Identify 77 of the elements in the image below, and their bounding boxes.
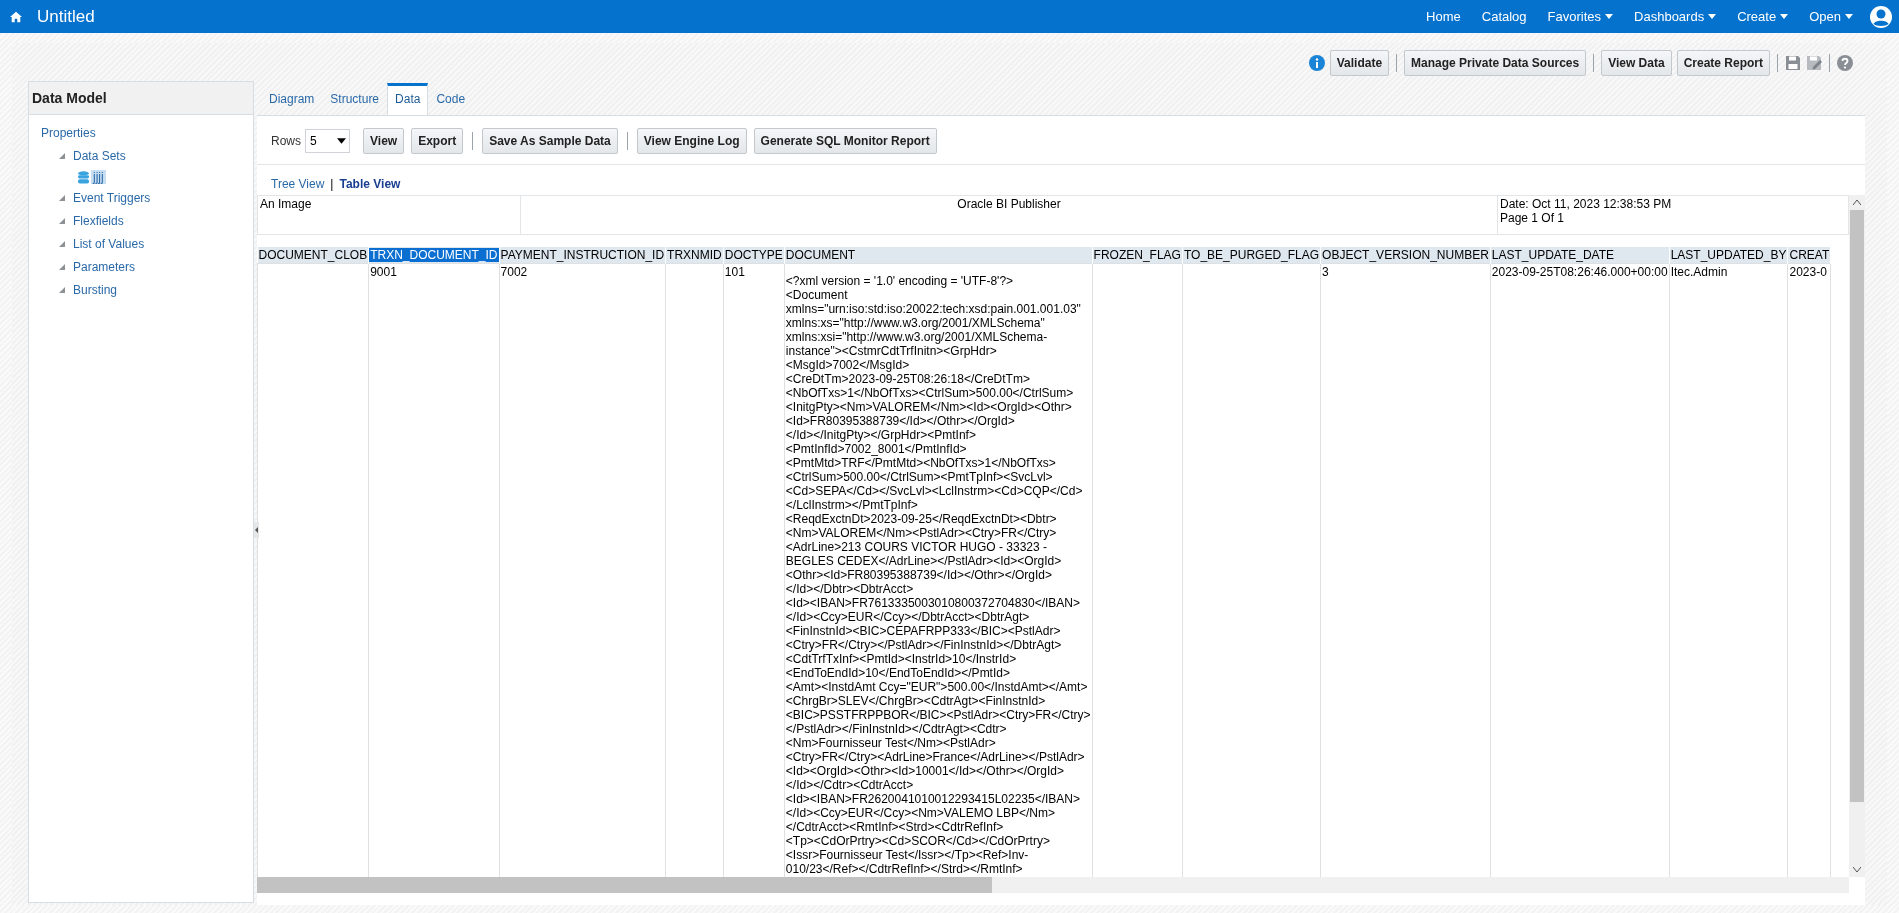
- tree-item[interactable]: Parameters: [73, 260, 136, 274]
- report-date: Date: Oct 11, 2023 12:38:53 PM: [1500, 197, 1673, 211]
- column-header[interactable]: DOCUMENT: [784, 248, 857, 262]
- expand-triangle-icon[interactable]: [59, 153, 65, 159]
- dropdown-caret-icon: [337, 138, 346, 144]
- scroll-up-icon[interactable]: [1853, 200, 1861, 205]
- save-icon[interactable]: [1785, 55, 1801, 71]
- tree-item[interactable]: Flexfields: [73, 214, 124, 228]
- expand-triangle-icon[interactable]: [59, 241, 65, 247]
- tab[interactable]: Structure: [322, 83, 388, 115]
- tab[interactable]: Data: [387, 83, 429, 115]
- nav-link[interactable]: Catalog: [1481, 9, 1527, 24]
- column-header[interactable]: DOCUMENT_CLOB: [257, 248, 369, 262]
- collapse-arrow-icon: [255, 527, 258, 533]
- data-button[interactable]: View: [363, 128, 405, 154]
- data-set-item[interactable]: jjjj: [91, 170, 106, 184]
- tab[interactable]: Code: [428, 83, 474, 115]
- tree-item[interactable]: List of Values: [73, 237, 145, 251]
- tree-item[interactable]: Event Triggers: [73, 191, 151, 205]
- toolbar-button[interactable]: Manage Private Data Sources: [1404, 50, 1587, 76]
- toolbar-button[interactable]: Validate: [1329, 50, 1390, 76]
- nav-link[interactable]: Favorites: [1547, 9, 1614, 24]
- panel-title: Data Model: [29, 82, 253, 115]
- horizontal-scrollbar[interactable]: [257, 877, 1849, 893]
- column-header[interactable]: CREAT: [1788, 248, 1831, 262]
- table-cell: Itec.Admin: [1670, 265, 1728, 279]
- data-button[interactable]: View Engine Log: [636, 128, 747, 154]
- data-button[interactable]: Export: [411, 128, 464, 154]
- report-header-text: An Image: [260, 197, 312, 211]
- view-link[interactable]: Tree View: [271, 177, 325, 191]
- expand-triangle-icon[interactable]: [59, 218, 65, 224]
- column-header[interactable]: OBJECT_VERSION_NUMBER: [1321, 248, 1490, 262]
- view-link[interactable]: Table View: [339, 177, 401, 191]
- nav-link[interactable]: Dashboards: [1634, 9, 1717, 24]
- column-header[interactable]: LAST_UPDATED_BY: [1669, 248, 1788, 262]
- link-separator: |: [330, 177, 334, 191]
- column-header[interactable]: FROZEN_FLAG: [1092, 248, 1182, 262]
- document-title: Untitled: [37, 6, 95, 27]
- tree-item[interactable]: Properties: [41, 126, 253, 140]
- column-header[interactable]: TRXN_DOCUMENT_ID: [369, 248, 499, 262]
- column-header[interactable]: DOCTYPE: [723, 248, 784, 262]
- data-button[interactable]: Generate SQL Monitor Report: [753, 128, 937, 154]
- expand-triangle-icon[interactable]: [59, 264, 65, 270]
- info-icon[interactable]: [1308, 55, 1325, 71]
- report-page: Page 1 Of 1: [1500, 211, 1566, 225]
- table-cell: 9001: [370, 265, 397, 279]
- tab[interactable]: Diagram: [261, 83, 323, 115]
- report-header-text: Oracle BI Publisher: [957, 197, 1061, 211]
- collapse-handle[interactable]: [254, 522, 259, 538]
- tree-item[interactable]: Data Sets: [73, 149, 126, 163]
- column-header[interactable]: PAYMENT_INSTRUCTION_ID: [499, 248, 666, 262]
- rows-label: Rows: [271, 134, 301, 148]
- tree-item[interactable]: Bursting: [73, 283, 118, 297]
- nav-link[interactable]: Open: [1809, 9, 1853, 24]
- scroll-down-icon[interactable]: [1853, 867, 1861, 872]
- help-icon[interactable]: [1837, 55, 1853, 71]
- table-cell: 101: [724, 265, 745, 279]
- nav-link[interactable]: Create: [1737, 9, 1789, 24]
- column-header[interactable]: TO_BE_PURGED_FLAG: [1182, 248, 1321, 262]
- vertical-scrollbar[interactable]: [1849, 195, 1865, 877]
- expand-triangle-icon[interactable]: [59, 287, 65, 293]
- table-cell: 2023-0: [1789, 265, 1827, 279]
- rows-select[interactable]: 5: [305, 129, 350, 153]
- database-icon: [78, 170, 89, 184]
- table-cell: 2023-09-25T08:26:46.000+00:00: [1491, 265, 1668, 279]
- table-cell: 3: [1322, 265, 1329, 279]
- home-icon[interactable]: [9, 10, 23, 23]
- data-button[interactable]: Save As Sample Data: [482, 128, 618, 154]
- save-as-icon[interactable]: [1806, 55, 1822, 71]
- user-avatar-icon[interactable]: [1869, 4, 1893, 29]
- table-cell: <?xml version = '1.0' encoding = 'UTF-8'?> <Document xmlns="urn:iso:std:iso:20022:tech:xsd:pain.001.001.03" xmlns:xs="http://www.w3.org/2001/XMLSchema" xmlns:xsi="http://www.w3.org/2001/XMLSchema- instance"><CstmrCdtTrfInitn><GrpHdr> <MsgId>7002</MsgId> <CreDtTm>2023-09-25T08:26:18</CreDtTm> <NbOfTxs>1</NbOfTxs><CtrlSum>500.00</CtrlSum> <InitgPty><Nm>VALOREM</Nm><Id><OrgId><Othr> <Id>FR80395388739</Id></Othr></OrgId> </Id></InitgPty></GrpHdr><PmtInf> <PmtInfId>7002_8001</PmtInfId> <PmtMtd>TRF</PmtMtd><NbOfTxs>1</NbOfTxs> <CtrlSum>500.00</CtrlSum><PmtTpInf><SvcLvl> <Cd>SEPA</Cd></SvcLvl><LclInstrm><Cd>CQP</Cd> </LclInstrm></PmtTpInf> <ReqdExctnDt>2023-09-25</ReqdExctnDt><Dbtr> <Nm>VALOREM</Nm><PstlAdr><Ctry>FR</Ctry> <AdrLine>213 COURS VICTOR HUGO - 33323 - BEGLES CEDEX</AdrLine></PstlAdr><Id><OrgId> <Othr><Id>FR80395388739</Id></Othr></OrgId> </Id></Dbtr><DbtrAcct> <Id><IBAN>FR7613335003010800372704830</IBAN> </Id><Ccy>EUR</Ccy></DbtrAcct><DbtrAgt> <FinInstnId><BIC>CEPAFRPP333</BIC><PstlAdr> <Ctry>FR</Ctry></PstlAdr></FinInstnId></DbtrAgt> <CdtTrfTxInf><PmtId><InstrId>10</InstrId> <EndToEndId>10</EndToEndId></PmtId> <Amt><InstdAmt Ccy="EUR">500.00</InstdAmt></Amt> <ChrgBr>SLEV</ChrgBr><CdtrAgt><FinInstnId> <BIC>PSSTFRPPBOR</BIC><PstlAdr><Ctry>FR</Ctry> </PstlAdr></FinInstnId></CdtrAgt><Cdtr> <Nm>Fournisseur Test</Nm><PstlAdr> <Ctry>FR</Ctry><AdrLine>France</AdrLine></PstlAdr> <Id><OrgId><Othr><Id>10001</Id></Othr></OrgId> </Id></Cdtr><CdtrAcct> <Id><IBAN>FR2620041010012293415L02235</IBAN> </Id><Ccy>EUR</Ccy><Nm>VALEMO LBP</Nm> </CdtrAcct><RmtInf><Strd><CdtrRefInf> <Tp><CdOrPrtry><Cd>SCOR</Cd></CdOrPrtry> <Issr>Fournisseur Test</Issr></Tp><Ref>Inv- 010/23</Ref></CdtrRefInf></Strd></RmtInf>: [785, 274, 1091, 876]
- expand-triangle-icon[interactable]: [59, 195, 65, 201]
- toolbar-button[interactable]: Create Report: [1676, 50, 1770, 76]
- table-cell: 7002: [500, 265, 528, 279]
- nav-link[interactable]: Home: [1426, 9, 1461, 24]
- column-header[interactable]: TRXNMID: [666, 248, 723, 262]
- toolbar-button[interactable]: View Data: [1601, 50, 1672, 76]
